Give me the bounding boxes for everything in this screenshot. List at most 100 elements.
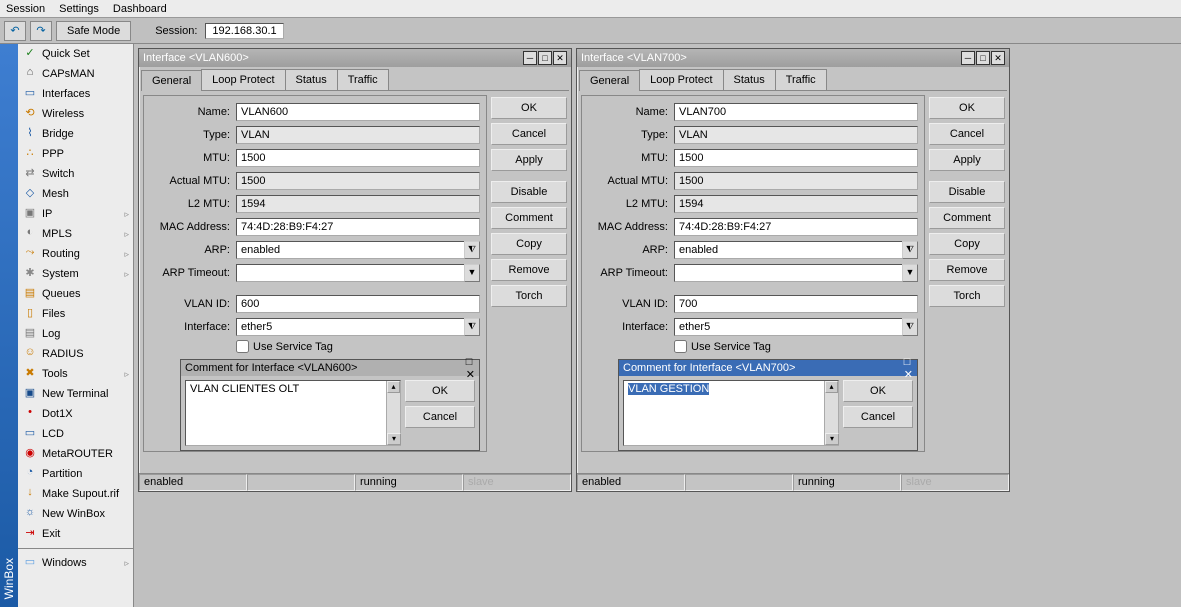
tab-traffic[interactable]: Traffic — [775, 69, 827, 90]
sidebar-item-ip[interactable]: ▣IP▹ — [18, 204, 133, 224]
mtu-input[interactable]: 1500 — [674, 149, 918, 167]
cancel-button[interactable]: Cancel — [843, 406, 913, 428]
tab-loop-protect[interactable]: Loop Protect — [639, 69, 723, 90]
arp-input[interactable]: enabled — [236, 241, 465, 259]
sidebar-item-new-winbox[interactable]: ☼New WinBox — [18, 504, 133, 524]
sidebar-item-lcd[interactable]: ▭LCD — [18, 424, 133, 444]
arp_timeout-input[interactable] — [236, 264, 465, 282]
sidebar-item-mpls[interactable]: ◐MPLS▹ — [18, 224, 133, 244]
dropdown-icon[interactable]: ⧨ — [464, 318, 480, 336]
ok-button[interactable]: OK — [843, 380, 913, 402]
sidebar-item-make-supout-rif[interactable]: ↓Make Supout.rif — [18, 484, 133, 504]
name-input[interactable]: VLAN600 — [236, 103, 480, 121]
disable-button[interactable]: Disable — [491, 181, 567, 203]
scroll-up-icon[interactable]: ▴ — [387, 381, 400, 393]
torch-button[interactable]: Torch — [929, 285, 1005, 307]
sidebar-item-new-terminal[interactable]: ▣New Terminal — [18, 384, 133, 404]
remove-button[interactable]: Remove — [929, 259, 1005, 281]
close-icon[interactable]: ✕ — [466, 368, 475, 381]
dropdown-icon[interactable]: ⧨ — [902, 318, 918, 336]
tab-general[interactable]: General — [579, 70, 640, 91]
dropdown-icon[interactable]: ▼ — [902, 264, 918, 282]
tab-status[interactable]: Status — [285, 69, 338, 90]
sidebar-item-exit[interactable]: ⇥Exit — [18, 524, 133, 544]
sidebar-item-system[interactable]: ✱System▹ — [18, 264, 133, 284]
titlebar[interactable]: Interface <VLAN700>─□✕ — [577, 49, 1009, 67]
tab-status[interactable]: Status — [723, 69, 776, 90]
mac-input[interactable]: 74:4D:28:B9:F4:27 — [236, 218, 480, 236]
sidebar-item-ppp[interactable]: ∴PPP — [18, 144, 133, 164]
ok-button[interactable]: OK — [929, 97, 1005, 119]
maximize-icon[interactable]: □ — [976, 51, 990, 65]
scroll-down-icon[interactable]: ▾ — [825, 433, 839, 445]
cancel-button[interactable]: Cancel — [929, 123, 1005, 145]
scroll-up-icon[interactable]: ▴ — [825, 381, 838, 393]
copy-button[interactable]: Copy — [491, 233, 567, 255]
tab-traffic[interactable]: Traffic — [337, 69, 389, 90]
titlebar[interactable]: Interface <VLAN600>─□✕ — [139, 49, 571, 67]
sidebar-item-quick-set[interactable]: ✓Quick Set — [18, 44, 133, 64]
torch-button[interactable]: Torch — [491, 285, 567, 307]
sidebar-item-wireless[interactable]: ⟲Wireless — [18, 104, 133, 124]
close-icon[interactable]: ✕ — [991, 51, 1005, 65]
minimize-icon[interactable]: ─ — [961, 51, 975, 65]
mac-input[interactable]: 74:4D:28:B9:F4:27 — [674, 218, 918, 236]
undo-button[interactable]: ↶ — [4, 21, 26, 41]
interface-input[interactable]: ether5 — [674, 318, 903, 336]
arp_timeout-input[interactable] — [674, 264, 903, 282]
sidebar-item-switch[interactable]: ⇄Switch — [18, 164, 133, 184]
copy-button[interactable]: Copy — [929, 233, 1005, 255]
menu-dashboard[interactable]: Dashboard — [113, 3, 167, 15]
sidebar-item-metarouter[interactable]: ◉MetaROUTER — [18, 444, 133, 464]
name-input[interactable]: VLAN700 — [674, 103, 918, 121]
menu-session[interactable]: Session — [6, 3, 45, 15]
sidebar-item-bridge[interactable]: ⌇Bridge — [18, 124, 133, 144]
comment-button[interactable]: Comment — [929, 207, 1005, 229]
dropdown-icon[interactable]: ⧨ — [464, 241, 480, 259]
sidebar-item-tools[interactable]: ✖Tools▹ — [18, 364, 133, 384]
disable-button[interactable]: Disable — [929, 181, 1005, 203]
mtu-input[interactable]: 1500 — [236, 149, 480, 167]
safe-mode-button[interactable]: Safe Mode — [56, 21, 131, 41]
sidebar-item-interfaces[interactable]: ▭Interfaces — [18, 84, 133, 104]
sidebar-item-queues[interactable]: ▤Queues — [18, 284, 133, 304]
sidebar-item-radius[interactable]: ☺RADIUS — [18, 344, 133, 364]
maximize-icon[interactable]: □ — [538, 51, 552, 65]
comment-textarea[interactable]: VLAN CLIENTES OLT▴▾ — [185, 380, 401, 446]
apply-button[interactable]: Apply — [929, 149, 1005, 171]
remove-button[interactable]: Remove — [491, 259, 567, 281]
menu-settings[interactable]: Settings — [59, 3, 99, 15]
use-service-tag-checkbox[interactable] — [674, 340, 687, 353]
dropdown-icon[interactable]: ▼ — [464, 264, 480, 282]
tab-general[interactable]: General — [141, 70, 202, 91]
dropdown-icon[interactable]: ⧨ — [902, 241, 918, 259]
sidebar-item-partition[interactable]: ◔Partition — [18, 464, 133, 484]
comment-textarea[interactable]: VLAN GESTION▴▾ — [623, 380, 839, 446]
comment-titlebar[interactable]: Comment for Interface <VLAN700>□✕ — [619, 360, 917, 376]
apply-button[interactable]: Apply — [491, 149, 567, 171]
tab-loop-protect[interactable]: Loop Protect — [201, 69, 285, 90]
maximize-icon[interactable]: □ — [904, 356, 913, 368]
vlan_id-input[interactable]: 700 — [674, 295, 918, 313]
sidebar-item-files[interactable]: ▯Files — [18, 304, 133, 324]
comment-button[interactable]: Comment — [491, 207, 567, 229]
scrollbar[interactable]: ▴▾ — [386, 381, 400, 445]
close-icon[interactable]: ✕ — [553, 51, 567, 65]
cancel-button[interactable]: Cancel — [405, 406, 475, 428]
comment-titlebar[interactable]: Comment for Interface <VLAN600>□✕ — [181, 360, 479, 376]
cancel-button[interactable]: Cancel — [491, 123, 567, 145]
interface-input[interactable]: ether5 — [236, 318, 465, 336]
scroll-down-icon[interactable]: ▾ — [387, 433, 401, 445]
sidebar-item-capsman[interactable]: ⌂CAPsMAN — [18, 64, 133, 84]
sidebar-item-windows[interactable]: ▭Windows▹ — [18, 553, 133, 573]
use-service-tag-checkbox[interactable] — [236, 340, 249, 353]
ok-button[interactable]: OK — [491, 97, 567, 119]
minimize-icon[interactable]: ─ — [523, 51, 537, 65]
sidebar-item-mesh[interactable]: ◇Mesh — [18, 184, 133, 204]
scrollbar[interactable]: ▴▾ — [824, 381, 838, 445]
maximize-icon[interactable]: □ — [466, 356, 475, 368]
sidebar-item-routing[interactable]: ⤳Routing▹ — [18, 244, 133, 264]
sidebar-item-dot1x[interactable]: •Dot1X — [18, 404, 133, 424]
arp-input[interactable]: enabled — [674, 241, 903, 259]
close-icon[interactable]: ✕ — [904, 368, 913, 381]
